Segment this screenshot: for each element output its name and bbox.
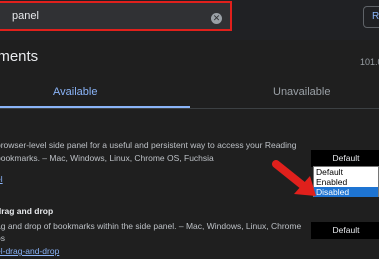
clear-search-icon[interactable]: ✕	[211, 13, 222, 24]
experiment-link[interactable]: el-drag-and-drop	[0, 246, 59, 256]
reset-all-button[interactable]: Re	[363, 6, 379, 28]
experiment-select[interactable]: Default	[311, 222, 379, 239]
experiment-description: browser-level side panel for a useful an…	[0, 140, 297, 150]
select-dropdown: Default Enabled Disabled	[313, 166, 379, 197]
version-label: 101.0	[360, 57, 379, 67]
tab-available[interactable]: Available	[53, 86, 97, 98]
experiment-title: drag and drop	[0, 206, 54, 216]
experiment-description: ag and drop of bookmarks within the side…	[0, 221, 302, 231]
tab-divider	[0, 108, 379, 109]
option-default[interactable]: Default	[314, 167, 378, 177]
experiment-select[interactable]: Default	[311, 150, 379, 167]
search-box[interactable]: panel ✕	[0, 1, 232, 31]
experiment-description: bookmarks. – Mac, Windows, Linux, Chrome…	[0, 153, 214, 163]
search-input[interactable]: panel	[12, 10, 39, 22]
red-arrow-icon	[272, 160, 316, 196]
tab-unavailable[interactable]: Unavailable	[273, 86, 330, 98]
option-disabled[interactable]: Disabled	[314, 187, 378, 197]
experiment-link[interactable]: el	[0, 174, 3, 184]
option-enabled[interactable]: Enabled	[314, 177, 378, 187]
experiment-description: os	[0, 233, 5, 243]
page-title: iments	[0, 48, 39, 65]
